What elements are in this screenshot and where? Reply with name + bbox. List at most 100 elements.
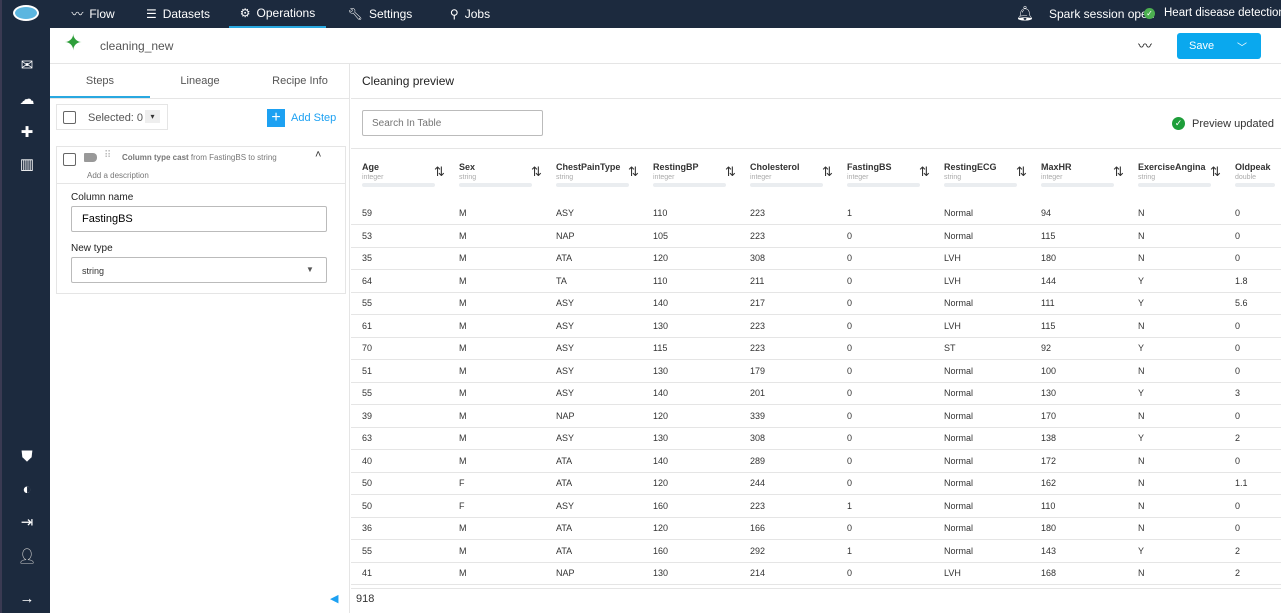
column-header[interactable]: FastingBS integer ⇅	[847, 162, 944, 192]
cloud-upload-icon[interactable]: ☁	[16, 89, 38, 111]
table-cell[interactable]: N	[1127, 314, 1224, 338]
table-cell[interactable]: 140	[642, 449, 739, 473]
table-cell[interactable]: 140	[642, 382, 739, 405]
table-cell[interactable]: M	[448, 247, 545, 270]
sort-icon[interactable]: ⇅	[1113, 164, 1124, 180]
table-cell[interactable]: ATA	[545, 539, 642, 563]
table-cell[interactable]: 0	[836, 562, 933, 585]
table-cell[interactable]: M	[448, 269, 545, 293]
table-cell[interactable]: 0	[836, 382, 933, 405]
table-cell[interactable]: ASY	[545, 494, 642, 518]
table-cell[interactable]: Normal	[933, 382, 1030, 405]
table-cell[interactable]: Normal	[933, 292, 1030, 315]
table-cell[interactable]: TA	[545, 269, 642, 293]
table-cell[interactable]: 1	[836, 539, 933, 563]
table-cell[interactable]: M	[448, 539, 545, 563]
table-cell[interactable]: 63	[351, 427, 448, 450]
table-cell[interactable]: 111	[1030, 292, 1127, 315]
table-cell[interactable]: 94	[1030, 202, 1127, 225]
table-cell[interactable]: 130	[642, 314, 739, 338]
drag-handle-icon[interactable]: ⠿	[104, 150, 111, 161]
column-header[interactable]: Age integer ⇅	[362, 162, 459, 192]
table-cell[interactable]: 0	[1224, 517, 1281, 540]
table-cell[interactable]: 50	[351, 494, 448, 518]
collapse-panel-icon[interactable]: ◀	[330, 592, 338, 605]
table-cell[interactable]: 5.6	[1224, 292, 1281, 315]
table-cell[interactable]: Normal	[933, 404, 1030, 428]
table-cell[interactable]: 0	[1224, 314, 1281, 338]
table-cell[interactable]: 223	[739, 314, 836, 338]
table-cell[interactable]: 1.1	[1224, 472, 1281, 495]
table-cell[interactable]: Normal	[933, 472, 1030, 495]
sort-icon[interactable]: ⇅	[434, 164, 445, 180]
table-cell[interactable]: 115	[1030, 314, 1127, 338]
table-cell[interactable]: 140	[642, 292, 739, 315]
logo-icon[interactable]	[13, 5, 39, 21]
table-cell[interactable]: 217	[739, 292, 836, 315]
table-cell[interactable]: 166	[739, 517, 836, 540]
project-name[interactable]: Heart disease detection	[1164, 7, 1281, 19]
sort-icon[interactable]: ⇅	[725, 164, 736, 180]
column-header[interactable]: MaxHR integer ⇅	[1041, 162, 1138, 192]
table-cell[interactable]: 0	[1224, 404, 1281, 428]
table-cell[interactable]: M	[448, 404, 545, 428]
table-cell[interactable]: 120	[642, 517, 739, 540]
table-cell[interactable]: N	[1127, 449, 1224, 473]
table-cell[interactable]: M	[448, 562, 545, 585]
table-cell[interactable]: M	[448, 337, 545, 360]
table-cell[interactable]: Y	[1127, 269, 1224, 293]
sort-icon[interactable]: ⇅	[1016, 164, 1027, 180]
sort-icon[interactable]: ⇅	[531, 164, 542, 180]
table-cell[interactable]: 51	[351, 359, 448, 383]
new-type-select[interactable]: string ▼	[71, 257, 327, 283]
table-cell[interactable]: 223	[739, 202, 836, 225]
table-cell[interactable]: 2	[1224, 427, 1281, 450]
column-header[interactable]: Sex string ⇅	[459, 162, 556, 192]
table-cell[interactable]: Y	[1127, 427, 1224, 450]
table-cell[interactable]: 110	[642, 269, 739, 293]
table-cell[interactable]: LVH	[933, 269, 1030, 293]
expand-arrow-icon[interactable]: →	[16, 588, 38, 610]
table-cell[interactable]: 0	[836, 292, 933, 315]
table-cell[interactable]: 41	[351, 562, 448, 585]
table-cell[interactable]: 64	[351, 269, 448, 293]
table-cell[interactable]: ASY	[545, 202, 642, 225]
tab-recipe-info[interactable]: Recipe Info	[250, 64, 350, 98]
table-cell[interactable]: 0	[836, 427, 933, 450]
table-cell[interactable]: ATA	[545, 247, 642, 270]
table-cell[interactable]: F	[448, 472, 545, 495]
chevron-down-icon[interactable]: ﹀	[1237, 39, 1247, 54]
table-cell[interactable]: M	[448, 382, 545, 405]
table-cell[interactable]: 0	[836, 359, 933, 383]
table-cell[interactable]: ASY	[545, 427, 642, 450]
bell-icon[interactable]: 🔔︎	[1016, 5, 1034, 22]
table-cell[interactable]: 105	[642, 224, 739, 248]
table-cell[interactable]: 50	[351, 472, 448, 495]
table-cell[interactable]: 61	[351, 314, 448, 338]
table-cell[interactable]: 55	[351, 382, 448, 405]
sort-icon[interactable]: ⇅	[1210, 164, 1221, 180]
column-header[interactable]: RestingBP integer ⇅	[653, 162, 750, 192]
sort-icon[interactable]: ⇅	[628, 164, 639, 180]
puzzle-icon[interactable]: ✚	[16, 122, 38, 144]
table-cell[interactable]: 211	[739, 269, 836, 293]
table-cell[interactable]: NAP	[545, 224, 642, 248]
table-cell[interactable]: N	[1127, 224, 1224, 248]
table-cell[interactable]: M	[448, 314, 545, 338]
table-cell[interactable]: 308	[739, 247, 836, 270]
column-header[interactable]: ExerciseAngina string ⇅	[1138, 162, 1235, 192]
table-cell[interactable]: 214	[739, 562, 836, 585]
table-cell[interactable]: 170	[1030, 404, 1127, 428]
tab-steps[interactable]: Steps	[50, 64, 150, 98]
table-cell[interactable]: 244	[739, 472, 836, 495]
inbox-icon[interactable]: ✉	[16, 55, 38, 77]
table-cell[interactable]: M	[448, 359, 545, 383]
table-cell[interactable]: ATA	[545, 517, 642, 540]
table-cell[interactable]: 144	[1030, 269, 1127, 293]
table-cell[interactable]: 0	[836, 247, 933, 270]
table-cell[interactable]: M	[448, 224, 545, 248]
trend-chart-icon[interactable]: 〰	[1138, 36, 1152, 56]
table-cell[interactable]: 162	[1030, 472, 1127, 495]
table-cell[interactable]: 160	[642, 539, 739, 563]
table-cell[interactable]: 143	[1030, 539, 1127, 563]
